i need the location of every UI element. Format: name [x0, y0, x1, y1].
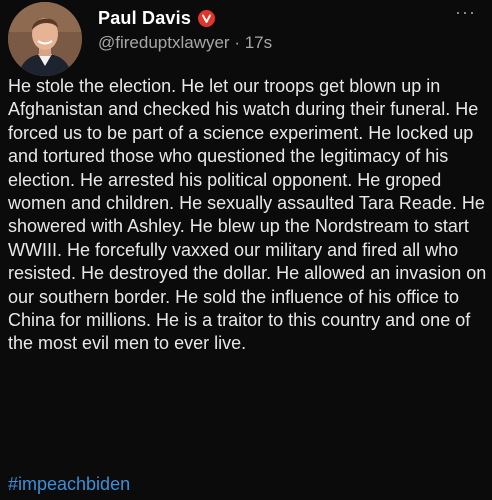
handle-row: @fireduptxlawyer · 17s: [98, 33, 272, 53]
hashtag-link[interactable]: #impeachbiden: [8, 473, 130, 496]
more-options-icon[interactable]: ···: [455, 2, 476, 23]
author-name[interactable]: Paul Davis: [98, 8, 191, 29]
meta-separator: ·: [229, 33, 245, 52]
post-card: Paul Davis ··· @fireduptxlawyer · 17s He…: [0, 0, 492, 500]
avatar-photo: [8, 2, 82, 76]
author-name-row: Paul Davis: [98, 6, 216, 30]
post-timestamp[interactable]: 17s: [245, 33, 272, 52]
author-handle[interactable]: @fireduptxlawyer: [98, 33, 230, 52]
avatar[interactable]: [8, 2, 82, 76]
verified-badge-icon: [198, 9, 216, 27]
post-body: He stole the election. He let our troops…: [8, 76, 487, 354]
